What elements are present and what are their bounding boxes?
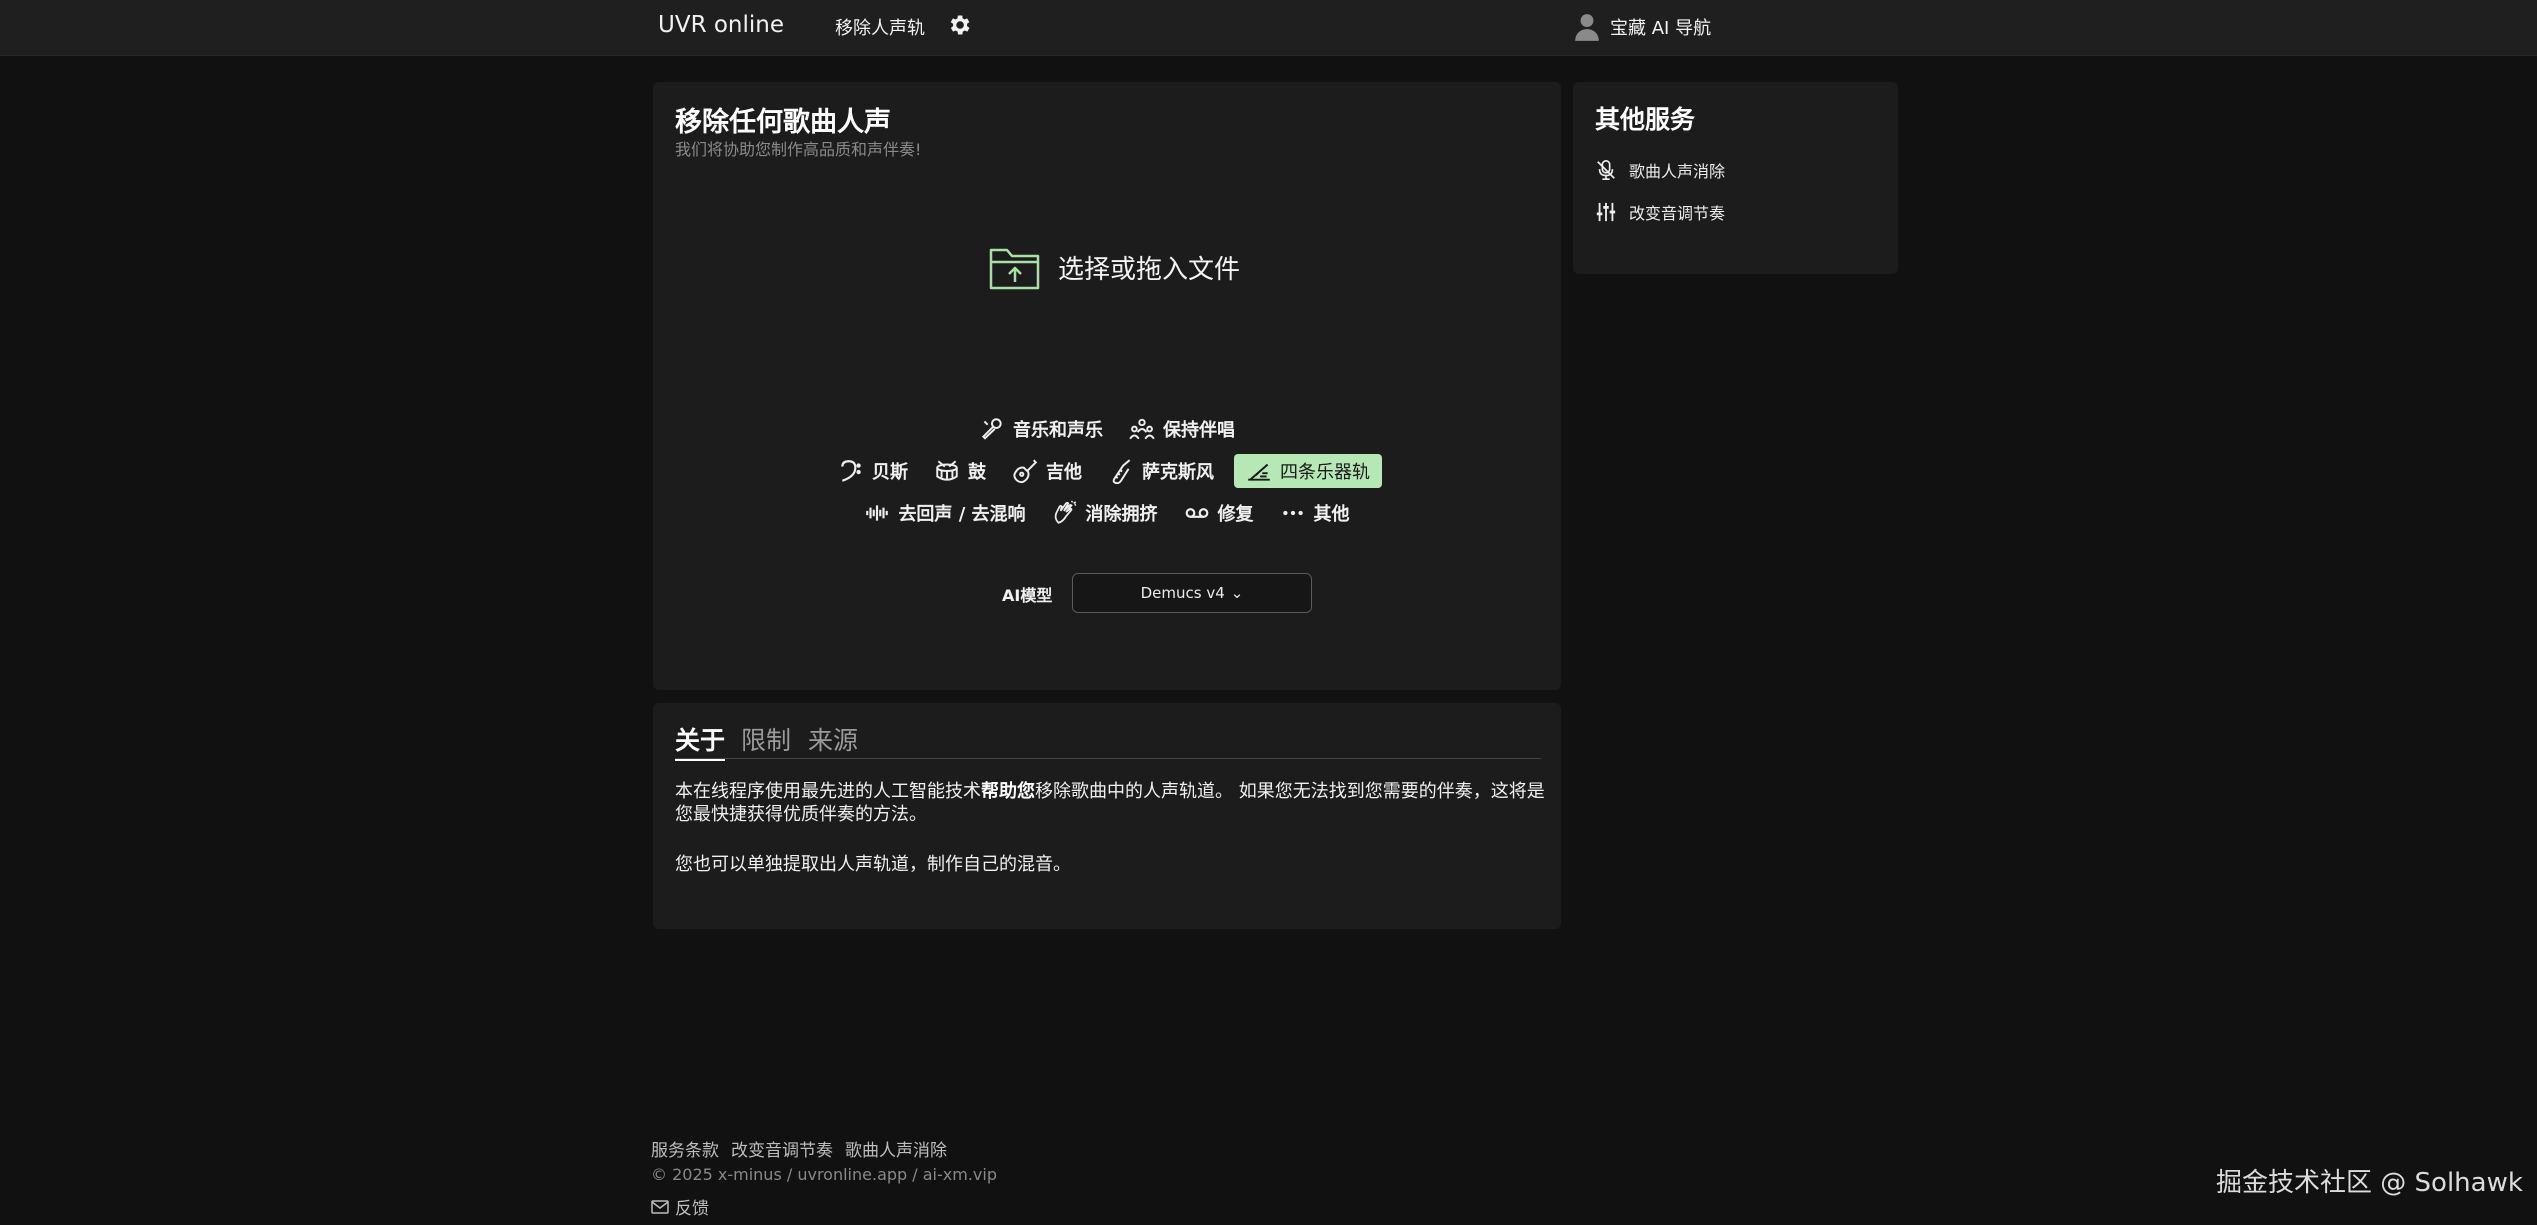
brand-logo[interactable]: UVR online [658,12,784,38]
option-keep-backing-vocals[interactable]: 保持伴唱 [1123,412,1241,446]
microphone-note-icon [981,418,1002,440]
nav-link-remove-vocals[interactable]: 移除人声轨 [835,14,925,40]
tab-sources[interactable]: 来源 [808,721,858,757]
feedback-link[interactable]: 反馈 [651,1194,709,1219]
model-value: Demucs v4 [1140,584,1225,602]
option-de-crowd[interactable]: 消除拥挤 [1046,496,1164,530]
option-label: 保持伴唱 [1163,420,1235,441]
drum-icon [936,460,958,481]
about-card: 关于 限制 来源 本在线程序使用最先进的人工智能技术帮助您移除歌曲中的人声轨道。… [653,703,1561,929]
service-label: 歌曲人声消除 [1629,162,1726,181]
footer-link-pitch-tempo[interactable]: 改变音调节奏 [731,1136,833,1161]
option-drums[interactable]: 鼓 [928,454,992,488]
watermark: 掘金技术社区 @ Solhawk [2216,1168,2523,1198]
user-icon [1575,14,1599,41]
choir-icon [1129,418,1155,440]
guitar-icon [1013,459,1038,484]
sliders-icon [1596,202,1616,222]
tab-about[interactable]: 关于 [675,721,726,761]
about-text-bold: 帮助您 [981,781,1035,802]
service-label: 改变音调节奏 [1629,204,1726,223]
option-guitar[interactable]: 吉他 [1006,454,1088,488]
options-row-2: 贝斯 鼓 吉他 萨克斯风 四条乐器轨 [653,454,1561,488]
model-select[interactable]: Demucs v4 ⌄ [1072,573,1312,613]
other-services-title: 其他服务 [1595,105,1696,134]
about-paragraph-2: 您也可以单独提取出人声轨道，制作自己的混音。 [675,854,1071,875]
footer-link-terms[interactable]: 服务条款 [651,1136,719,1161]
option-other[interactable]: 其他 [1274,496,1356,530]
option-restore[interactable]: 修复 [1178,496,1260,530]
saxophone-icon [1112,459,1131,484]
file-upload-area[interactable]: 选择或拖入文件 [988,242,1240,292]
option-label: 四条乐器轨 [1280,462,1370,483]
tab-limits[interactable]: 限制 [741,721,791,757]
more-dots-icon [1282,510,1303,516]
other-services-card: 其他服务 歌曲人声消除 改变音调节奏 [1573,82,1898,274]
options-row-1: 音乐和声乐 保持伴唱 [653,412,1561,446]
model-label: AI模型 [1002,586,1053,605]
user-menu[interactable]: 宝藏 AI 导航 [1574,12,1711,42]
option-bass[interactable]: 贝斯 [832,454,914,488]
option-label: 吉他 [1046,462,1082,483]
envelope-icon [651,1199,669,1214]
page-title: 移除任何歌曲人声 [675,107,891,138]
option-label: 修复 [1217,504,1254,525]
service-pitch-tempo[interactable]: 改变音调节奏 [1595,200,1725,224]
about-paragraph-1: 本在线程序使用最先进的人工智能技术帮助您移除歌曲中的人声轨道。 如果您无法找到您… [675,780,1545,826]
page-subtitle: 我们将协助您制作高品质和声伴奏! [675,140,922,159]
option-dereverb[interactable]: 去回声 / 去混响 [858,496,1031,530]
options-row-3: 去回声 / 去混响 消除拥挤 修复 其他 [653,496,1561,530]
option-label: 消除拥挤 [1085,504,1158,525]
chevron-down-icon: ⌄ [1230,584,1244,602]
upload-card: 移除任何歌曲人声 我们将协助您制作高品质和声伴奏! 选择或拖入文件 音乐和声乐 … [653,82,1561,690]
copyright: © 2025 x-minus / uvronline.app / ai-xm.v… [651,1165,997,1184]
option-four-stems[interactable]: 四条乐器轨 [1234,454,1382,488]
bass-clef-icon [841,460,861,482]
tape-icon [1185,508,1208,518]
top-navbar: UVR online 移除人声轨 宝藏 AI 导航 [0,0,2537,56]
option-label: 其他 [1313,504,1350,525]
gear-icon[interactable] [946,12,972,38]
waveform-icon [866,505,889,521]
upload-label: 选择或拖入文件 [1058,254,1241,285]
service-vocal-remover[interactable]: 歌曲人声消除 [1595,158,1725,182]
option-label: 鼓 [968,462,986,483]
user-label: 宝藏 AI 导航 [1610,18,1712,39]
footer-links: 服务条款 改变音调节奏 歌曲人声消除 [651,1136,947,1161]
option-label: 音乐和声乐 [1013,420,1103,441]
microphone-off-icon [1597,160,1615,180]
option-label: 去回声 / 去混响 [898,504,1026,525]
feedback-label: 反馈 [675,1199,709,1219]
clap-icon [1054,500,1076,524]
stems-icon [1248,463,1270,481]
option-music-vocals[interactable]: 音乐和声乐 [973,412,1109,446]
footer-link-vocal-remover[interactable]: 歌曲人声消除 [845,1136,947,1161]
option-label: 贝斯 [872,462,908,483]
option-label: 萨克斯风 [1142,462,1214,483]
option-saxophone[interactable]: 萨克斯风 [1102,454,1220,488]
about-text-start: 本在线程序使用最先进的人工智能技术 [675,781,981,802]
folder-upload-icon [989,248,1040,290]
about-tabs: 关于 限制 来源 [675,717,1541,761]
